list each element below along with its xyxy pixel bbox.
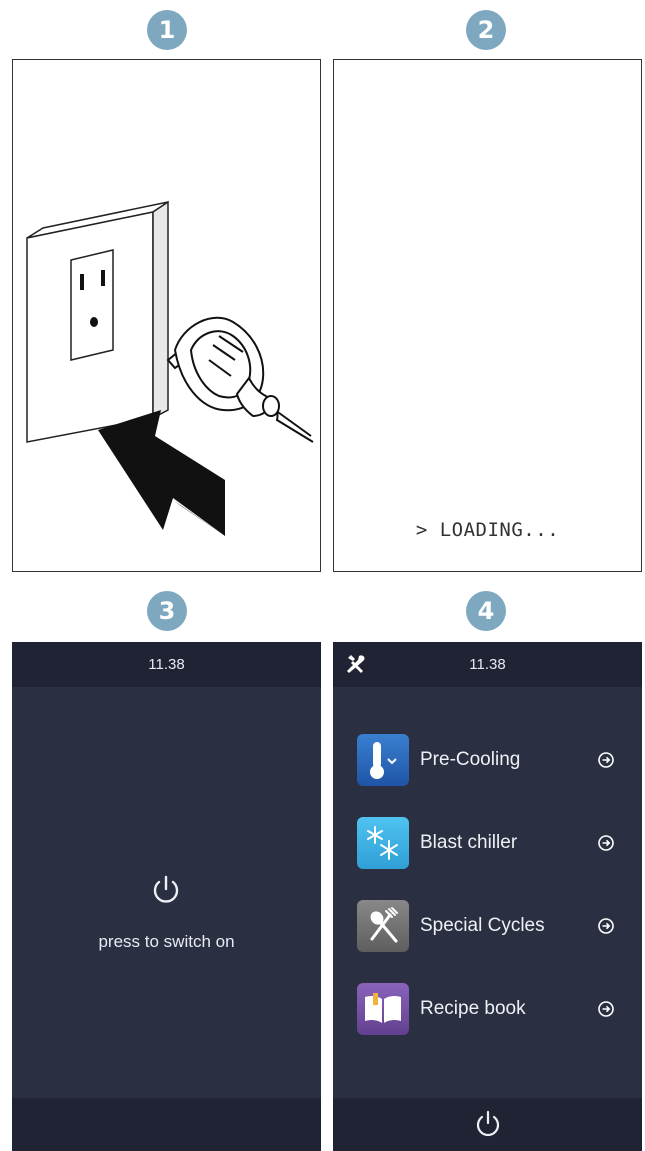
- switch-on-prompt[interactable]: press to switch on: [12, 932, 321, 952]
- power-button[interactable]: [148, 872, 184, 908]
- step-4-badge: 4: [466, 591, 506, 631]
- power-icon: [476, 1110, 500, 1137]
- menu-item-blast-chiller[interactable]: Blast chiller: [357, 815, 616, 871]
- menu-item-recipe-book[interactable]: Recipe book: [357, 981, 616, 1037]
- arrow-right-circle-icon[interactable]: [596, 833, 616, 853]
- arrow-right-circle-icon[interactable]: [596, 916, 616, 936]
- plug-socket-illustration: [26, 200, 314, 536]
- status-bar: 11.38: [333, 642, 642, 687]
- menu-item-label: Pre-Cooling: [420, 749, 521, 770]
- step-3-badge: 3: [147, 591, 187, 631]
- menu-item-label: Special Cycles: [420, 915, 545, 936]
- spoon-fork-icon: [357, 900, 409, 952]
- power-button[interactable]: [472, 1108, 504, 1140]
- menu-item-special-cycles[interactable]: Special Cycles: [357, 898, 616, 954]
- menu-item-label: Recipe book: [420, 998, 526, 1019]
- snowflake-icon: [357, 817, 409, 869]
- power-icon: [153, 875, 179, 903]
- thermometer-icon: [357, 734, 409, 786]
- status-bar: 11.38: [12, 642, 321, 687]
- book-icon: [357, 983, 409, 1035]
- arrow-right-circle-icon[interactable]: [596, 750, 616, 770]
- menu-item-pre-cooling[interactable]: Pre-Cooling: [357, 732, 616, 788]
- main-menu-screen: 11.38 Pre-Cooling Blast chiller Special …: [333, 642, 642, 1151]
- step-1-badge: 1: [147, 10, 187, 50]
- clock-time: 11.38: [148, 656, 185, 673]
- loading-screen-panel: > LOADING...: [333, 59, 642, 572]
- arrow-right-circle-icon[interactable]: [596, 999, 616, 1019]
- bottom-bar: [333, 1098, 642, 1151]
- clock-time: 11.38: [469, 656, 506, 673]
- bottom-bar: [12, 1098, 321, 1151]
- menu-item-label: Blast chiller: [420, 832, 518, 853]
- plug-in-illustration-panel: [12, 59, 321, 572]
- loading-text: > LOADING...: [415, 519, 560, 541]
- step-2-badge: 2: [466, 10, 506, 50]
- switch-on-screen: 11.38 press to switch on: [12, 642, 321, 1151]
